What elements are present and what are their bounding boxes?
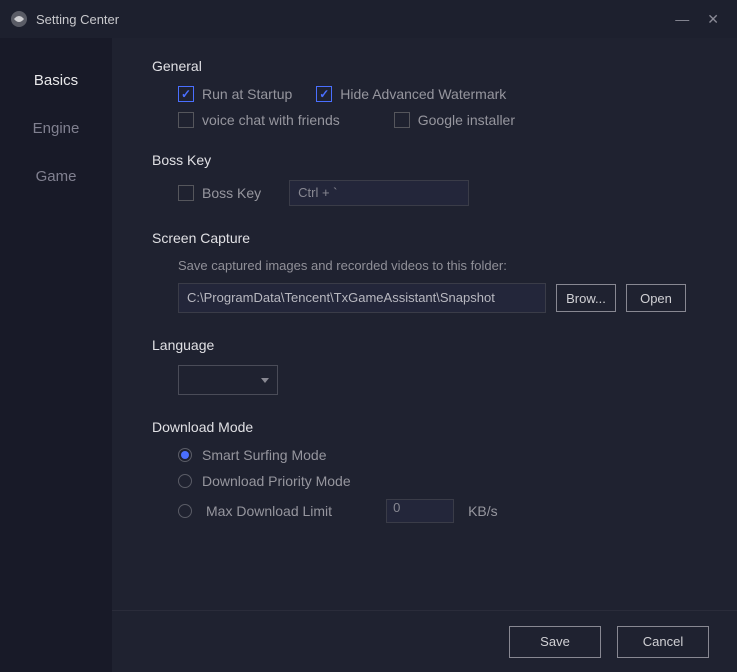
checkbox-icon bbox=[178, 112, 194, 128]
button-label: Brow... bbox=[566, 291, 606, 306]
cancel-button[interactable]: Cancel bbox=[617, 626, 709, 658]
checkbox-icon bbox=[178, 86, 194, 102]
section-boss-key: Boss Key Boss Key Ctrl + ` bbox=[152, 152, 705, 206]
minimize-icon[interactable]: — bbox=[675, 11, 689, 28]
section-title: Boss Key bbox=[152, 152, 705, 168]
sidebar-item-basics[interactable]: Basics bbox=[0, 56, 112, 104]
capture-hint: Save captured images and recorded videos… bbox=[178, 258, 705, 273]
input-value: Ctrl + ` bbox=[298, 185, 337, 200]
radio-max-download-limit[interactable]: Max Download Limit 0 KB/s bbox=[178, 499, 705, 523]
radio-smart-surfing[interactable]: Smart Surfing Mode bbox=[178, 447, 705, 463]
sidebar: Basics Engine Game bbox=[0, 38, 112, 672]
radio-icon bbox=[178, 474, 192, 488]
sidebar-item-label: Game bbox=[36, 168, 77, 185]
checkbox-label: Hide Advanced Watermark bbox=[340, 86, 506, 102]
radio-icon bbox=[178, 448, 192, 462]
sidebar-item-game[interactable]: Game bbox=[0, 152, 112, 200]
radio-icon bbox=[178, 504, 192, 518]
window-title: Setting Center bbox=[36, 12, 675, 27]
input-value: 0 bbox=[393, 500, 400, 515]
checkbox-hide-watermark[interactable]: Hide Advanced Watermark bbox=[316, 86, 506, 102]
radio-download-priority[interactable]: Download Priority Mode bbox=[178, 473, 705, 489]
radio-label: Max Download Limit bbox=[206, 503, 332, 519]
checkbox-label: Boss Key bbox=[202, 185, 261, 201]
section-title: General bbox=[152, 58, 705, 74]
content: General Run at Startup Hide Advanced Wat… bbox=[112, 38, 737, 672]
window-controls: — ✕ bbox=[675, 11, 727, 28]
capture-path-input[interactable]: C:\ProgramData\Tencent\TxGameAssistant\S… bbox=[178, 283, 546, 313]
save-button[interactable]: Save bbox=[509, 626, 601, 658]
sidebar-item-engine[interactable]: Engine bbox=[0, 104, 112, 152]
section-language: Language bbox=[152, 337, 705, 395]
download-limit-unit: KB/s bbox=[468, 503, 498, 519]
body: Basics Engine Game General Run at Startu… bbox=[0, 38, 737, 672]
titlebar: Setting Center — ✕ bbox=[0, 0, 737, 38]
button-label: Save bbox=[540, 634, 570, 649]
browse-button[interactable]: Brow... bbox=[556, 284, 616, 312]
radio-label: Download Priority Mode bbox=[202, 473, 351, 489]
scroll-area: General Run at Startup Hide Advanced Wat… bbox=[112, 38, 737, 610]
button-label: Cancel bbox=[643, 634, 683, 649]
section-title: Download Mode bbox=[152, 419, 705, 435]
checkbox-icon bbox=[394, 112, 410, 128]
checkbox-icon bbox=[316, 86, 332, 102]
checkbox-google-installer[interactable]: Google installer bbox=[394, 112, 515, 128]
footer: Save Cancel bbox=[112, 610, 737, 672]
section-title: Language bbox=[152, 337, 705, 353]
input-value: C:\ProgramData\Tencent\TxGameAssistant\S… bbox=[187, 290, 495, 305]
section-title: Screen Capture bbox=[152, 230, 705, 246]
radio-label: Smart Surfing Mode bbox=[202, 447, 327, 463]
checkbox-icon bbox=[178, 185, 194, 201]
checkbox-run-at-startup[interactable]: Run at Startup bbox=[178, 86, 292, 102]
checkbox-voice-chat[interactable]: voice chat with friends bbox=[178, 112, 340, 128]
language-select[interactable] bbox=[178, 365, 278, 395]
checkbox-label: Google installer bbox=[418, 112, 515, 128]
checkbox-boss-key[interactable]: Boss Key bbox=[178, 185, 261, 201]
section-screen-capture: Screen Capture Save captured images and … bbox=[152, 230, 705, 313]
boss-key-shortcut-input[interactable]: Ctrl + ` bbox=[289, 180, 469, 206]
section-download-mode: Download Mode Smart Surfing Mode Downloa… bbox=[152, 419, 705, 523]
app-icon bbox=[10, 10, 28, 28]
sidebar-item-label: Basics bbox=[34, 72, 78, 89]
sidebar-item-label: Engine bbox=[33, 120, 80, 137]
button-label: Open bbox=[640, 291, 672, 306]
download-limit-input[interactable]: 0 bbox=[386, 499, 454, 523]
checkbox-label: Run at Startup bbox=[202, 86, 292, 102]
section-general: General Run at Startup Hide Advanced Wat… bbox=[152, 58, 705, 128]
chevron-down-icon bbox=[261, 378, 269, 383]
open-button[interactable]: Open bbox=[626, 284, 686, 312]
checkbox-label: voice chat with friends bbox=[202, 112, 340, 128]
close-icon[interactable]: ✕ bbox=[707, 11, 719, 28]
